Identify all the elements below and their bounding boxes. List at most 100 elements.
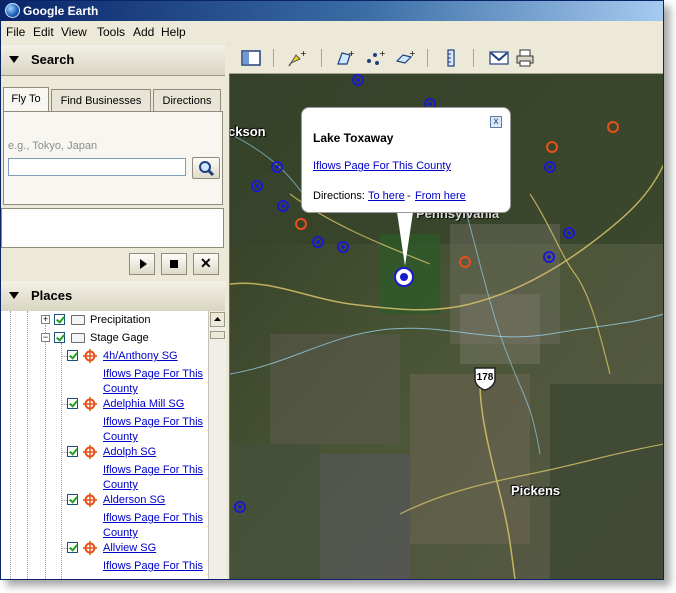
stage-gage-target-icon bbox=[83, 493, 97, 507]
iflows-link-cont[interactable]: County bbox=[103, 527, 138, 539]
tree-guide-line bbox=[27, 311, 28, 579]
add-polygon-icon[interactable]: + bbox=[335, 49, 355, 67]
iflows-link[interactable]: Iflows Page For This bbox=[103, 464, 203, 476]
iflows-county-link[interactable]: Iflows Page For This County bbox=[313, 160, 451, 172]
ruler-icon[interactable] bbox=[441, 49, 461, 67]
iflows-link[interactable]: Iflows Page For This bbox=[103, 512, 203, 524]
places-tree: + Precipitation − Stage Gage 4h/Anthony … bbox=[1, 311, 209, 579]
placemark-name[interactable]: Adolph SG bbox=[103, 446, 156, 458]
folder-stage-gage[interactable]: Stage Gage bbox=[90, 332, 149, 344]
window-title: Google Earth bbox=[23, 4, 99, 18]
magnifier-icon bbox=[199, 161, 215, 177]
svg-text:+: + bbox=[379, 49, 385, 58]
balloon-title: Lake Toxaway bbox=[313, 131, 394, 145]
item-checkbox[interactable] bbox=[67, 494, 78, 505]
iflows-link-cont[interactable]: County bbox=[103, 383, 138, 395]
tab-directions[interactable]: Directions bbox=[153, 89, 221, 111]
stage-gage-target-icon bbox=[83, 541, 97, 555]
link-separator: - bbox=[407, 190, 411, 202]
info-balloon: x Lake Toxaway Iflows Page For This Coun… bbox=[301, 107, 511, 213]
tab-find-businesses[interactable]: Find Businesses bbox=[51, 89, 151, 111]
item-checkbox[interactable] bbox=[67, 398, 78, 409]
stage-gage-checkbox[interactable] bbox=[54, 332, 65, 343]
places-panel-title: Places bbox=[31, 288, 73, 303]
scroll-thumb[interactable] bbox=[210, 331, 225, 339]
search-panel-title: Search bbox=[31, 52, 75, 67]
places-panel-header[interactable]: Places bbox=[1, 281, 225, 312]
menu-help[interactable]: Help bbox=[161, 25, 186, 39]
iflows-link[interactable]: Iflows Page For This bbox=[103, 368, 203, 380]
tree-guide-line bbox=[10, 311, 11, 579]
fly-to-hint: e.g., Tokyo, Japan bbox=[8, 140, 98, 152]
scroll-up-button[interactable] bbox=[210, 312, 225, 327]
email-icon[interactable] bbox=[489, 49, 509, 67]
route-shield-number: 178 bbox=[476, 372, 494, 383]
directions-label: Directions: bbox=[313, 190, 365, 202]
add-placemark-icon[interactable]: + bbox=[287, 49, 307, 67]
open-folder-icon bbox=[71, 333, 85, 343]
toolbar-separator bbox=[427, 49, 428, 67]
collapse-triangle-icon bbox=[9, 292, 19, 299]
menu-view[interactable]: View bbox=[61, 25, 87, 39]
placemark-name[interactable]: Allview SG bbox=[103, 542, 156, 554]
placemark-name[interactable]: 4h/Anthony SG bbox=[103, 350, 178, 362]
collapse-triangle-icon bbox=[9, 56, 19, 63]
svg-text:+: + bbox=[409, 49, 415, 58]
play-tour-button[interactable] bbox=[129, 253, 155, 275]
stage-gage-target-icon bbox=[83, 397, 97, 411]
close-icon[interactable]: x bbox=[490, 116, 502, 128]
close-icon: ✕ bbox=[200, 255, 212, 271]
search-results-box bbox=[1, 208, 224, 248]
tab-fly-to[interactable]: Fly To bbox=[3, 87, 49, 111]
chevron-up-icon bbox=[214, 317, 221, 321]
stage-gage-target-icon bbox=[83, 445, 97, 459]
add-path-icon[interactable]: + bbox=[365, 49, 385, 67]
sidebar-toggle-icon[interactable] bbox=[241, 49, 261, 67]
toolbar-separator bbox=[321, 49, 322, 67]
google-earth-app-icon bbox=[5, 3, 20, 18]
folder-icon bbox=[71, 315, 85, 325]
menu-edit[interactable]: Edit bbox=[33, 25, 54, 39]
tree-guide-line bbox=[45, 325, 46, 579]
precipitation-checkbox[interactable] bbox=[54, 314, 65, 325]
places-scrollbar[interactable] bbox=[208, 311, 226, 579]
menu-file[interactable]: File bbox=[6, 25, 25, 39]
menu-tools[interactable]: Tools bbox=[97, 25, 125, 39]
placemark-name[interactable]: Alderson SG bbox=[103, 494, 165, 506]
from-here-link[interactable]: From here bbox=[415, 190, 466, 202]
left-panel: Search Fly To Find Businesses Directions… bbox=[1, 43, 228, 579]
stop-button[interactable] bbox=[161, 253, 187, 275]
menu-add[interactable]: Add bbox=[133, 25, 154, 39]
folder-precipitation[interactable]: Precipitation bbox=[90, 314, 151, 326]
stage-gage-target-icon bbox=[83, 349, 97, 363]
collapse-stage-gage[interactable]: − bbox=[41, 333, 50, 342]
search-button[interactable] bbox=[192, 157, 220, 179]
title-bar[interactable]: Google Earth bbox=[1, 1, 663, 21]
fly-to-input[interactable] bbox=[8, 158, 186, 176]
google-earth-window: Google Earth File Edit View Tools Add He… bbox=[0, 0, 664, 580]
add-image-overlay-icon[interactable]: + bbox=[395, 49, 415, 67]
iflows-link-cont[interactable]: County bbox=[103, 431, 138, 443]
map-label: Pickens bbox=[511, 483, 561, 498]
expand-precipitation[interactable]: + bbox=[41, 315, 50, 324]
map-label: ckson bbox=[229, 124, 266, 139]
clear-results-button[interactable]: ✕ bbox=[193, 253, 219, 275]
tree-guide-line bbox=[61, 343, 62, 579]
stop-icon bbox=[170, 260, 178, 268]
item-checkbox[interactable] bbox=[67, 350, 78, 361]
toolbar-separator bbox=[273, 49, 274, 67]
menu-bar: File Edit View Tools Add Help bbox=[1, 21, 663, 44]
svg-text:+: + bbox=[300, 49, 307, 58]
item-checkbox[interactable] bbox=[67, 446, 78, 457]
placemark-name[interactable]: Adelphia Mill SG bbox=[103, 398, 184, 410]
iflows-link[interactable]: Iflows Page For This bbox=[103, 560, 203, 572]
fly-to-panel: e.g., Tokyo, Japan bbox=[3, 111, 223, 205]
iflows-link[interactable]: Iflows Page For This bbox=[103, 416, 203, 428]
item-checkbox[interactable] bbox=[67, 542, 78, 553]
print-icon[interactable] bbox=[515, 49, 535, 67]
map-toolbar: + + + + bbox=[229, 43, 663, 74]
to-here-link[interactable]: To here bbox=[368, 190, 405, 202]
iflows-link-cont[interactable]: County bbox=[103, 479, 138, 491]
play-icon bbox=[140, 259, 147, 269]
search-panel-header[interactable]: Search bbox=[1, 45, 225, 76]
